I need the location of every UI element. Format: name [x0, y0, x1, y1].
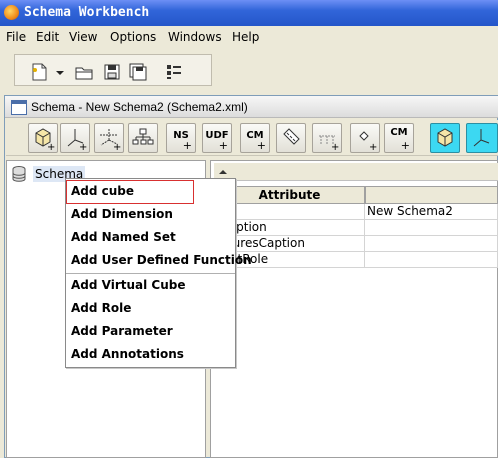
save-button[interactable]: [99, 59, 125, 85]
window-icon: [11, 100, 27, 115]
attribute-column-header[interactable]: Attribute: [214, 186, 365, 204]
menu-item-add-annotations[interactable]: Add Annotations: [71, 344, 184, 364]
add-calculated-member-tool[interactable]: CM +: [240, 123, 270, 153]
database-icon: [12, 166, 26, 182]
svg-text:+: +: [113, 142, 121, 152]
plus-icon: +: [182, 139, 192, 152]
schema-toolbar: + + + NS + UDF + CM + + + CM +: [6, 120, 498, 156]
virtual-cube-icon: [437, 128, 453, 147]
plus-icon: +: [400, 139, 410, 152]
save-all-icon: [129, 63, 147, 81]
main-toolbar: [14, 54, 212, 86]
new-dropdown-button[interactable]: [53, 59, 67, 85]
attribute-panel-header: [214, 163, 498, 181]
calculated-member-2-label: CM: [390, 127, 408, 138]
new-file-button[interactable]: [23, 59, 55, 85]
title-bar: Schema Workbench: [0, 0, 498, 26]
attribute-table-header: Attribute: [214, 186, 498, 204]
attribute-value-cell[interactable]: [365, 236, 498, 252]
menu-separator: [66, 273, 235, 274]
menu-edit[interactable]: Edit: [36, 30, 59, 44]
window-title: Schema Workbench: [24, 5, 150, 20]
menu-windows[interactable]: Windows: [168, 30, 222, 44]
virtual-dimension-icon: [473, 129, 490, 147]
attribute-value-cell[interactable]: [365, 220, 498, 236]
table-row[interactable]: measuresCaption: [214, 236, 498, 252]
svg-text:+: +: [79, 142, 87, 152]
schema-frame-title: Schema - New Schema2 (Schema2.xml): [31, 100, 248, 114]
menu-bar: File Edit View Options Windows Help: [0, 26, 498, 48]
table-row[interactable]: description: [214, 220, 498, 236]
save-all-button[interactable]: [125, 59, 151, 85]
add-level-tool[interactable]: +: [312, 123, 342, 153]
plus-icon: +: [256, 139, 266, 152]
svg-text:+: +: [47, 142, 55, 152]
add-calculated-member-2-tool[interactable]: CM +: [384, 123, 414, 153]
measure-ruler-icon: [283, 128, 300, 145]
svg-text:+: +: [369, 142, 377, 152]
add-hierarchy-tool[interactable]: [128, 123, 158, 153]
add-measure-tool[interactable]: [276, 123, 306, 153]
dimension-icon: +: [67, 129, 87, 153]
add-virtual-dimension-tool[interactable]: [466, 123, 498, 153]
menu-view[interactable]: View: [69, 30, 97, 44]
hierarchy-icon: [132, 128, 154, 145]
menu-item-add-virtual-cube[interactable]: Add Virtual Cube: [71, 275, 186, 295]
level-icon: +: [319, 135, 339, 153]
menu-file[interactable]: File: [6, 30, 26, 44]
add-dimension-tool[interactable]: +: [60, 123, 90, 153]
menu-item-add-named-set[interactable]: Add Named Set: [71, 227, 176, 247]
attribute-value-cell[interactable]: New Schema2: [365, 204, 498, 220]
dimension-usage-icon: +: [100, 129, 121, 153]
add-named-set-tool[interactable]: NS +: [166, 123, 196, 153]
add-virtual-cube-tool[interactable]: [430, 123, 460, 153]
attribute-name-cell: name: [214, 204, 365, 220]
cube-icon: +: [35, 128, 55, 153]
save-icon: [104, 64, 120, 80]
add-dimension-usage-tool[interactable]: +: [94, 123, 124, 153]
menu-item-add-parameter[interactable]: Add Parameter: [71, 321, 173, 341]
table-row[interactable]: name New Schema2: [214, 204, 498, 220]
attribute-name-cell: description: [214, 220, 365, 236]
menu-item-add-dimension[interactable]: Add Dimension: [71, 204, 173, 224]
svg-text:+: +: [331, 142, 339, 152]
menu-help[interactable]: Help: [232, 30, 259, 44]
properties-list-icon: [167, 65, 181, 79]
property-icon: +: [359, 131, 377, 153]
add-udf-tool[interactable]: UDF +: [202, 123, 232, 153]
new-file-icon: [32, 63, 47, 81]
dropdown-arrow-icon: [56, 71, 64, 75]
plus-icon: +: [218, 139, 228, 152]
schema-frame-title-bar[interactable]: Schema - New Schema2 (Schema2.xml): [5, 96, 498, 118]
open-folder-icon: [75, 67, 93, 80]
properties-button[interactable]: [161, 59, 187, 85]
scroll-up-arrow-icon[interactable]: [216, 165, 230, 179]
table-row[interactable]: defaultRole: [214, 252, 498, 268]
value-column-header[interactable]: [365, 186, 498, 204]
menu-options[interactable]: Options: [110, 30, 156, 44]
menu-item-add-role[interactable]: Add Role: [71, 298, 131, 318]
orange-sphere-icon: [4, 5, 19, 20]
add-cube-tool[interactable]: +: [28, 123, 58, 153]
attribute-value-cell[interactable]: [365, 252, 498, 268]
menu-item-add-cube[interactable]: Add cube: [71, 181, 134, 201]
add-property-tool[interactable]: +: [350, 123, 380, 153]
menu-item-add-user-defined-function[interactable]: Add User Defined Function: [71, 250, 252, 270]
open-button[interactable]: [71, 59, 97, 85]
